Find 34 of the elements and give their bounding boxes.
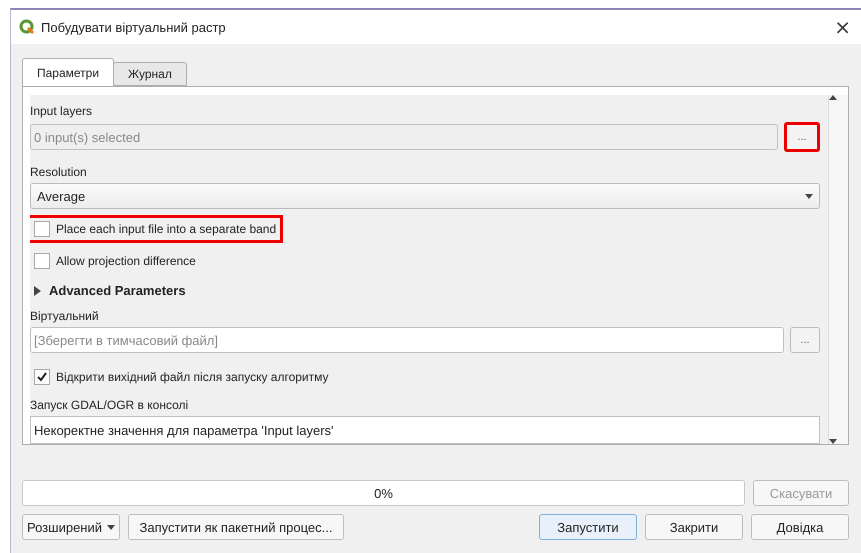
checkbox-label: Place each input file into a separate band <box>56 222 276 236</box>
dropdown-arrow-icon <box>107 524 115 530</box>
scroll-down-icon <box>829 439 837 444</box>
parameter-label: Запуск GDAL/OGR в консолі <box>30 397 190 414</box>
app-logo-icon <box>19 19 35 35</box>
browse-button[interactable]: ... <box>784 122 820 152</box>
parameter-label: Resolution <box>30 164 88 181</box>
checkbox-label: Відкрити вихідний файл після запуску алгоритму <box>56 370 329 384</box>
dialog-button[interactable]: Запустити <box>539 514 637 540</box>
input-field[interactable]: 0 input(s) selected <box>30 124 778 150</box>
browse-button[interactable]: ... <box>790 327 820 353</box>
parameter-label: Віртуальний <box>30 308 100 325</box>
input-field[interactable]: [Зберегти в тимчасовий файл] <box>30 327 784 353</box>
scrollbar[interactable] <box>828 95 848 444</box>
dialog-button[interactable]: Закрити <box>645 514 743 540</box>
scroll-up-icon <box>829 95 837 100</box>
checkbox-label: Allow projection difference <box>56 254 196 268</box>
tab[interactable]: Параметри <box>22 58 114 86</box>
window-title: Побудувати віртуальний растр <box>41 20 227 34</box>
checkbox[interactable] <box>34 253 50 269</box>
dialog-button[interactable]: Довідка <box>751 514 849 540</box>
batch-process-button[interactable]: Запустити як пакетний процес... <box>128 514 344 540</box>
checkbox[interactable] <box>34 221 50 237</box>
checkbox[interactable] <box>34 369 50 385</box>
advanced-parameters-toggle[interactable]: Advanced Parameters <box>30 277 190 304</box>
close-button[interactable]: × <box>832 15 853 39</box>
advanced-menu-button[interactable]: Розширений <box>22 514 120 540</box>
resolution-dropdown[interactable]: Average <box>30 183 820 209</box>
tab[interactable]: Журнал <box>113 62 187 86</box>
console-field: Некоректне значення для параметра 'Input layers' <box>30 416 820 444</box>
dropdown-arrow-icon <box>805 194 813 198</box>
parameter-label: Input layers <box>30 103 94 120</box>
progress-reading: 0% <box>374 486 393 500</box>
expand-arrow-icon <box>34 286 41 296</box>
